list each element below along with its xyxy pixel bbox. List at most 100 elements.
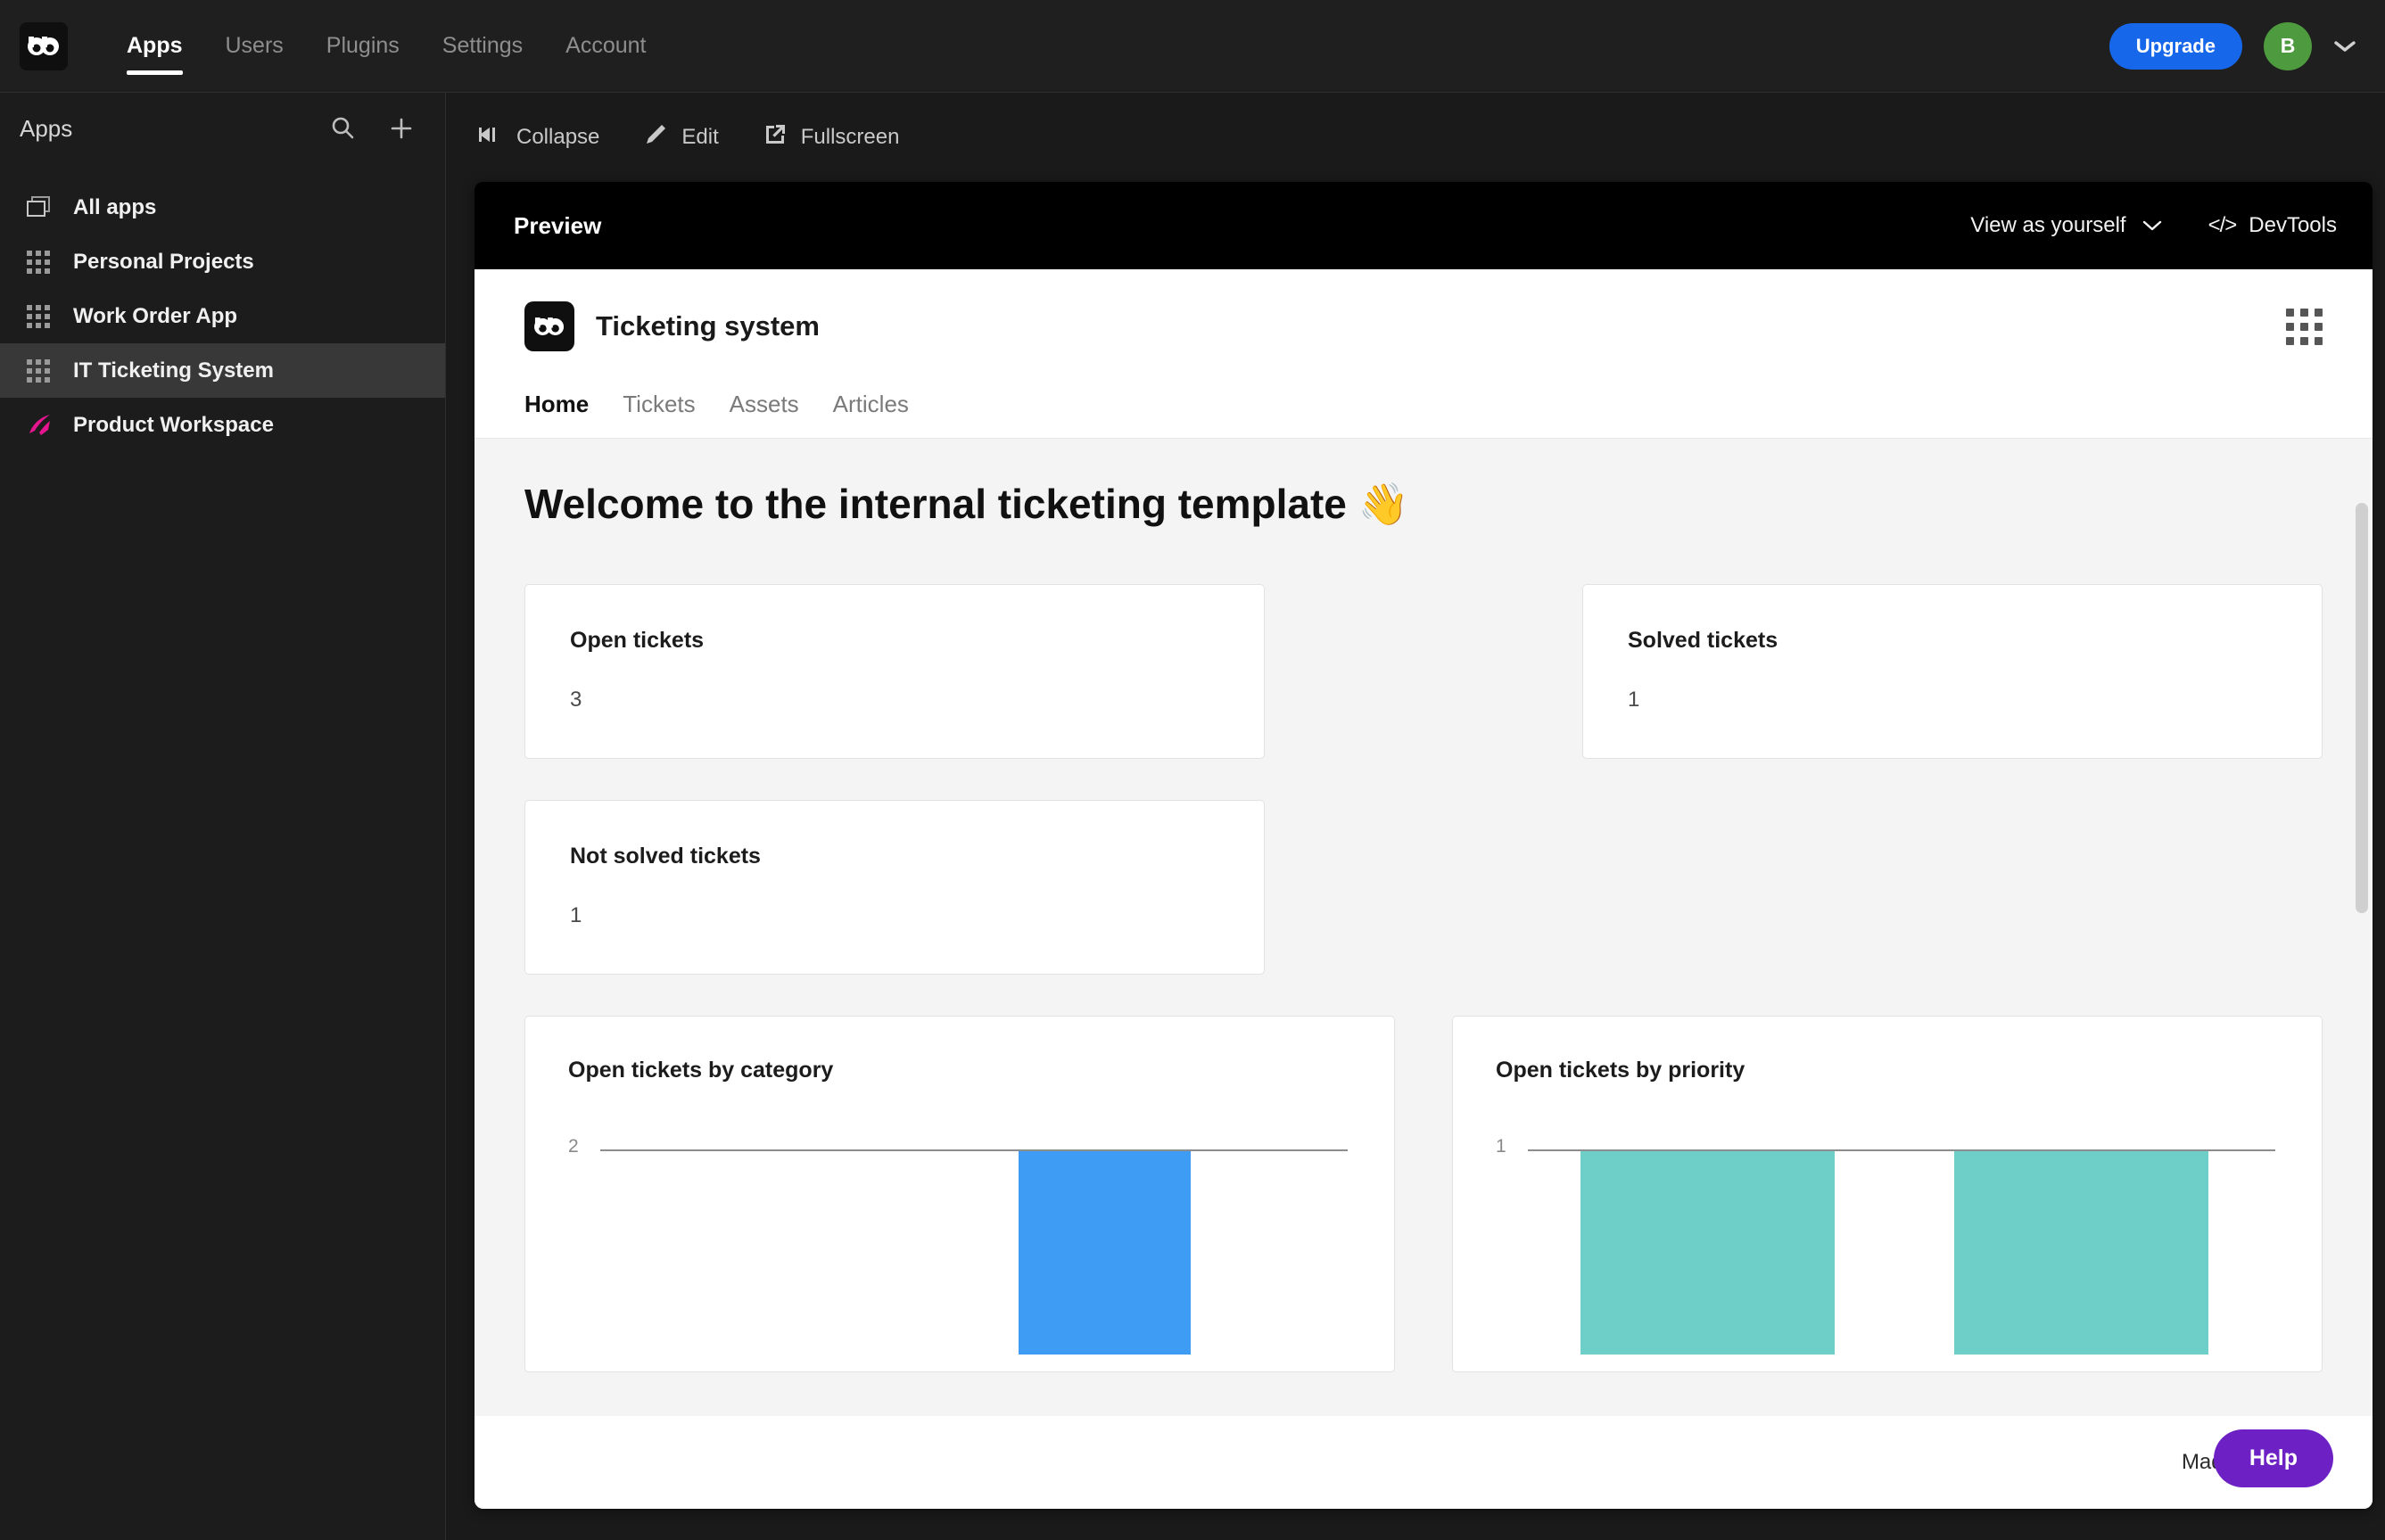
main-panel: Collapse Edit Fullscreen Preview View as…	[447, 93, 2385, 1540]
chart-card-open-tickets-by-category: Open tickets by category 2	[524, 1016, 1395, 1372]
sidebar-item-product-workspace[interactable]: Product Workspace	[0, 398, 445, 452]
stat-card-value: 1	[570, 903, 582, 927]
preview-bar: Preview View as yourself </> DevTools	[475, 182, 2373, 269]
tab-articles[interactable]: Articles	[833, 391, 909, 418]
page-title: Welcome to the internal ticketing templa…	[524, 481, 1409, 527]
dots-grid-icon	[27, 358, 59, 383]
top-navigation-bar: Apps Users Plugins Settings Account Upgr…	[0, 0, 2385, 93]
nav-item-settings-label: Settings	[442, 33, 524, 58]
chart-bar[interactable]	[1019, 1151, 1191, 1355]
tab-assets[interactable]: Assets	[730, 391, 799, 418]
nav-item-account[interactable]: Account	[544, 0, 667, 93]
app-grid-icon[interactable]	[2286, 308, 2323, 345]
nav-item-plugins-label: Plugins	[326, 33, 400, 58]
devtools-label: DevTools	[2249, 213, 2337, 237]
nav-item-users[interactable]: Users	[204, 0, 305, 93]
help-button[interactable]: Help	[2213, 1429, 2333, 1487]
apps-stack-icon	[27, 195, 59, 219]
edit-button[interactable]: Edit	[644, 123, 719, 152]
app-body: Welcome to the internal ticketing templa…	[475, 439, 2373, 1422]
top-nav-actions: Upgrade B	[2109, 21, 2356, 70]
sidebar-item-personal-projects-label: Personal Projects	[73, 249, 254, 274]
fullscreen-button[interactable]: Fullscreen	[763, 123, 900, 152]
upgrade-button[interactable]: Upgrade	[2109, 22, 2242, 70]
nav-item-apps[interactable]: Apps	[105, 0, 204, 93]
nav-item-users-label: Users	[225, 33, 284, 58]
app-header: Ticketing system Home Tickets Assets Art…	[475, 269, 2373, 439]
sidebar-header-actions	[329, 115, 415, 142]
app-logo-icon	[524, 301, 574, 351]
preview-toolbar: Collapse Edit Fullscreen	[447, 93, 2385, 182]
tab-tickets[interactable]: Tickets	[623, 391, 695, 418]
dots-grid-icon	[27, 304, 59, 328]
preview-label: Preview	[514, 211, 602, 239]
stat-card-title: Open tickets	[570, 628, 705, 653]
sidebar-header: Apps	[0, 93, 445, 164]
stat-card-title: Solved tickets	[1628, 628, 1778, 653]
y-axis-tick-label: 2	[568, 1136, 579, 1157]
app-tabs: Home Tickets Assets Articles	[524, 391, 2323, 438]
y-axis-tick-label: 1	[1496, 1136, 1506, 1157]
chart-plot-area: 2	[568, 1136, 1351, 1355]
stat-cards-grid: Open tickets 3 Solved tickets 1 Not solv…	[524, 584, 2323, 975]
rocket-icon	[27, 413, 59, 438]
sidebar: Apps All apps Personal Projects Work Ord…	[0, 93, 446, 1540]
sidebar-item-work-order-app-label: Work Order App	[73, 303, 238, 328]
code-brackets-icon: </>	[2208, 213, 2238, 237]
chart-bars	[1528, 1151, 2275, 1355]
avatar[interactable]: B	[2264, 21, 2312, 70]
sidebar-item-all-apps[interactable]: All apps	[0, 180, 445, 235]
charts-grid: Open tickets by category 2 Open tickets …	[524, 1016, 2323, 1372]
sidebar-app-list: All apps Personal Projects Work Order Ap…	[0, 180, 445, 452]
nav-item-settings[interactable]: Settings	[421, 0, 544, 93]
top-nav-items: Apps Users Plugins Settings Account	[105, 0, 667, 93]
dots-grid-icon	[27, 250, 59, 274]
stat-card-value: 3	[570, 688, 582, 712]
fullscreen-label: Fullscreen	[800, 125, 900, 149]
devtools-button[interactable]: </> DevTools	[2208, 213, 2337, 238]
chart-bar[interactable]	[1580, 1151, 1835, 1355]
nav-item-account-label: Account	[565, 33, 647, 58]
tab-home[interactable]: Home	[524, 391, 589, 418]
search-icon[interactable]	[329, 115, 356, 142]
stat-card-not-solved-tickets: Not solved tickets 1	[524, 800, 1265, 975]
chart-bars	[600, 1151, 1348, 1355]
collapse-label: Collapse	[516, 125, 600, 149]
edit-label: Edit	[681, 125, 719, 149]
sidebar-item-it-ticketing-system-label: IT Ticketing System	[73, 358, 274, 383]
nav-item-plugins[interactable]: Plugins	[305, 0, 421, 93]
app-title: Ticketing system	[596, 310, 820, 342]
app-scrollbar[interactable]	[2356, 503, 2368, 913]
chevron-down-icon[interactable]	[2333, 39, 2356, 54]
external-link-icon	[763, 123, 787, 152]
sidebar-title: Apps	[20, 114, 73, 142]
chart-bar[interactable]	[1953, 1151, 2208, 1355]
pencil-icon	[644, 123, 667, 152]
sidebar-item-product-workspace-label: Product Workspace	[73, 412, 274, 437]
chart-title: Open tickets by category	[568, 1058, 834, 1083]
sidebar-item-all-apps-label: All apps	[73, 194, 157, 219]
sidebar-item-it-ticketing-system[interactable]: IT Ticketing System	[0, 343, 445, 398]
app-viewport: Ticketing system Home Tickets Assets Art…	[475, 269, 2373, 1509]
sidebar-item-work-order-app[interactable]: Work Order App	[0, 289, 445, 343]
chart-card-open-tickets-by-priority: Open tickets by priority 1	[1452, 1016, 2323, 1372]
collapse-icon	[477, 124, 502, 152]
stat-card-value: 1	[1628, 688, 1640, 712]
sidebar-item-personal-projects[interactable]: Personal Projects	[0, 235, 445, 289]
chart-title: Open tickets by priority	[1496, 1058, 1745, 1083]
collapse-button[interactable]: Collapse	[477, 124, 599, 152]
budibase-logo-icon[interactable]	[20, 21, 68, 70]
stat-card-solved-tickets: Solved tickets 1	[1582, 584, 2323, 759]
preview-frame: Preview View as yourself </> DevTools Ti…	[475, 182, 2373, 1509]
chart-plot-area: 1	[1496, 1136, 2279, 1355]
app-brand: Ticketing system	[524, 301, 2323, 351]
preview-actions: View as yourself </> DevTools	[1970, 213, 2337, 238]
chevron-down-icon	[2142, 213, 2162, 238]
footer-made-with: Made with B	[475, 1416, 2373, 1509]
nav-item-apps-label: Apps	[127, 33, 183, 58]
stat-card-title: Not solved tickets	[570, 844, 761, 869]
view-as-dropdown[interactable]: View as yourself	[1970, 213, 2161, 238]
plus-icon[interactable]	[388, 115, 415, 142]
view-as-label: View as yourself	[1970, 213, 2126, 237]
stat-card-open-tickets: Open tickets 3	[524, 584, 1265, 759]
